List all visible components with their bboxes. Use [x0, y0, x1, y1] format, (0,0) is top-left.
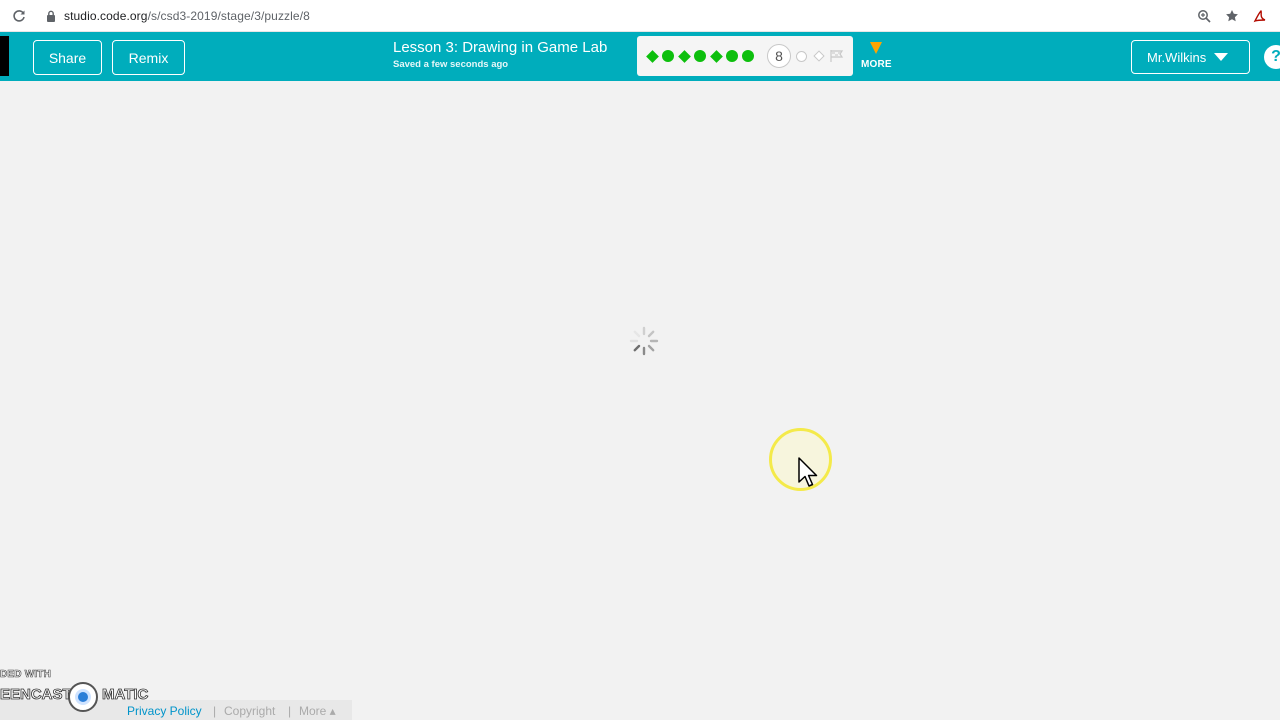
level-bubble-4[interactable] — [694, 50, 706, 62]
user-name: Mr.Wilkins — [1147, 49, 1207, 65]
current-level-bubble[interactable]: 8 — [767, 44, 791, 68]
privacy-policy-link[interactable]: Privacy Policy — [127, 704, 202, 718]
more-arrow-icon — [870, 42, 882, 54]
footer: Privacy Policy | Copyright | More ▴ — [0, 700, 352, 720]
level-bubble-3[interactable] — [677, 49, 691, 63]
save-status: Saved a few seconds ago — [393, 59, 509, 70]
flag-icon[interactable] — [830, 50, 844, 62]
footer-separator: | — [288, 704, 292, 718]
code-org-logo[interactable] — [0, 36, 9, 76]
watermark-top-text: DED WITH — [0, 669, 52, 681]
address-bar[interactable]: studio.code.org/s/csd3-2019/stage/3/puzz… — [64, 9, 310, 23]
footer-separator: | — [213, 704, 217, 718]
level-bubble-5[interactable] — [709, 49, 723, 63]
level-bubble-9[interactable] — [796, 50, 807, 62]
bookmark-star-icon[interactable] — [1224, 8, 1240, 24]
level-bubble-7[interactable] — [742, 50, 754, 62]
level-bubble-6[interactable] — [726, 50, 738, 62]
header-bar: Share Remix Lesson 3: Drawing in Game La… — [0, 32, 1280, 81]
reload-icon[interactable] — [11, 8, 27, 24]
watermark-right-text: MATIC — [102, 686, 149, 704]
user-menu[interactable]: Mr.Wilkins — [1131, 40, 1250, 74]
remix-button[interactable]: Remix — [112, 40, 185, 75]
watermark-left-text: EENCAST — [0, 686, 72, 704]
mouse-cursor-icon — [798, 457, 818, 487]
level-bubble-10[interactable] — [813, 50, 825, 62]
lock-icon[interactable] — [45, 9, 57, 23]
level-bubble-2[interactable] — [662, 50, 674, 62]
watermark-logo-icon — [68, 682, 98, 712]
pdf-extension-icon[interactable] — [1252, 8, 1268, 24]
caret-down-icon — [1214, 53, 1229, 61]
url-path: /s/csd3-2019/stage/3/puzzle/8 — [147, 8, 310, 23]
url-host: studio.code.org — [64, 8, 148, 23]
help-button[interactable]: ? — [1264, 45, 1280, 69]
copyright-link[interactable]: Copyright — [224, 704, 275, 718]
progress-bubbles: 8 — [637, 36, 853, 76]
loading-spinner-icon — [629, 326, 659, 356]
browser-actions — [1196, 0, 1280, 32]
zoom-icon[interactable] — [1196, 8, 1212, 24]
footer-more-link[interactable]: More ▴ — [299, 704, 336, 718]
more-label: MORE — [861, 59, 892, 70]
browser-toolbar: studio.code.org/s/csd3-2019/stage/3/puzz… — [0, 0, 1280, 32]
more-toggle[interactable]: MORE — [858, 40, 894, 74]
share-button[interactable]: Share — [33, 40, 102, 75]
level-bubble-1[interactable] — [645, 49, 659, 63]
lesson-title[interactable]: Lesson 3: Drawing in Game Lab — [393, 39, 607, 56]
